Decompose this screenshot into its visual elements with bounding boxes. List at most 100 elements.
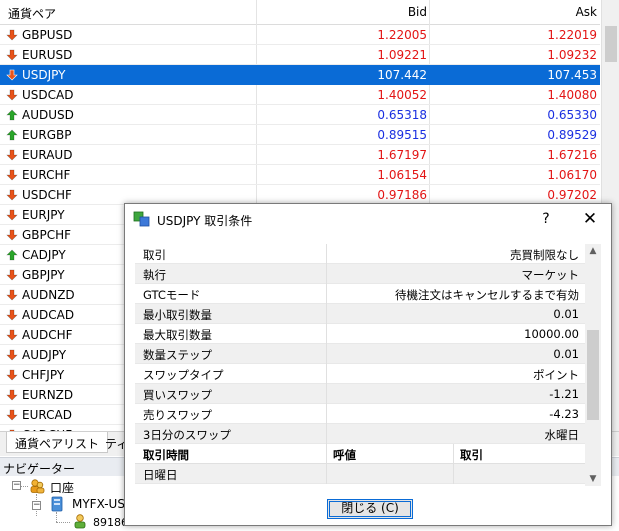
property-row: 売りスワップ -4.23 xyxy=(135,404,585,424)
close-button[interactable]: 閉じる (C) xyxy=(327,499,413,519)
property-row: GTCモード 待機注文はキャンセルするまで有効 xyxy=(135,284,585,304)
accounts-icon xyxy=(30,479,45,494)
collapse-accounts-icon[interactable]: − xyxy=(12,481,21,490)
arrow-down-icon xyxy=(6,269,18,281)
arrow-up-icon xyxy=(6,109,18,121)
property-value: 水曜日 xyxy=(544,428,580,442)
symbol-column-header[interactable]: 通貨ペア xyxy=(8,5,56,22)
symbol-name: EURUSD xyxy=(22,48,73,62)
ask-price: 1.06170 xyxy=(547,168,597,182)
symbol-name: GBPUSD xyxy=(22,28,73,42)
bid-price: 1.06154 xyxy=(377,168,427,182)
symbol-name: USDCAD xyxy=(22,88,74,102)
market-watch-header: 通貨ペア Bid Ask xyxy=(0,0,600,25)
symbol-name: AUDJPY xyxy=(22,348,67,362)
dialog-title: USDJPY 取引条件 xyxy=(157,214,253,228)
symbol-row[interactable]: EURGBP 0.89515 0.89529 xyxy=(0,125,600,145)
bid-price: 1.40052 xyxy=(377,88,427,102)
symbol-name: EURCAD xyxy=(22,408,72,422)
collapse-server-icon[interactable]: − xyxy=(32,501,41,510)
symbol-name: EURCHF xyxy=(22,168,71,182)
session-time-header: 取引時間 xyxy=(143,448,189,462)
symbol-row[interactable]: USDCHF 0.97186 0.97202 xyxy=(0,185,600,205)
navigator-title: ナビゲーター xyxy=(3,462,76,476)
column-divider xyxy=(326,244,327,264)
properties-scrollbar[interactable]: ▲ ▼ xyxy=(585,244,601,486)
bid-price: 1.22005 xyxy=(377,28,427,42)
ask-price: 0.97202 xyxy=(547,188,597,202)
arrow-down-icon xyxy=(6,309,18,321)
symbol-row[interactable]: AUDUSD 0.65318 0.65330 xyxy=(0,105,600,125)
property-value: 10000.00 xyxy=(524,327,579,341)
property-value: 売買制限なし xyxy=(510,248,579,262)
ask-price: 1.67216 xyxy=(547,148,597,162)
property-name: 執行 xyxy=(143,268,166,282)
scrollbar-thumb[interactable] xyxy=(605,26,617,62)
bid-price: 1.67197 xyxy=(377,148,427,162)
column-divider xyxy=(453,444,454,464)
property-row: 数量ステップ 0.01 xyxy=(135,344,585,364)
arrow-down-icon xyxy=(6,89,18,101)
symbol-row[interactable]: EURUSD 1.09221 1.09232 xyxy=(0,45,600,65)
tree-line xyxy=(56,512,57,522)
symbol-row[interactable]: EURAUD 1.67197 1.67216 xyxy=(0,145,600,165)
property-value: 0.01 xyxy=(553,307,579,321)
help-button[interactable]: ? xyxy=(533,207,559,231)
arrow-down-icon xyxy=(6,289,18,301)
column-divider xyxy=(326,444,327,464)
tree-line xyxy=(56,522,70,523)
symbol-name: AUDCAD xyxy=(22,308,75,322)
ask-price: 107.453 xyxy=(547,68,597,82)
arrow-up-icon xyxy=(6,249,18,261)
ask-price: 0.65330 xyxy=(547,108,597,122)
tab-symbols[interactable]: 通貨ペアリスト xyxy=(6,432,109,453)
arrow-up-icon xyxy=(6,129,18,141)
property-value: マーケット xyxy=(521,268,580,282)
session-row: 日曜日 xyxy=(135,464,585,484)
arrow-down-icon xyxy=(6,169,18,181)
dialog-title-bar[interactable]: USDJPY 取引条件 ? ✕ xyxy=(125,204,611,235)
symbol-row[interactable]: GBPUSD 1.22005 1.22019 xyxy=(0,25,600,45)
ask-price: 1.09232 xyxy=(547,48,597,62)
property-name: スワップタイプ xyxy=(143,368,224,382)
session-trade-header: 取引 xyxy=(460,448,483,462)
ask-column-header[interactable]: Ask xyxy=(576,5,597,19)
arrow-down-icon xyxy=(6,229,18,241)
arrow-down-icon xyxy=(6,349,18,361)
session-day: 日曜日 xyxy=(143,468,178,482)
symbol-name: AUDCHF xyxy=(22,328,73,342)
bid-price: 0.97186 xyxy=(377,188,427,202)
property-value: 待機注文はキャンセルするまで有効 xyxy=(395,288,579,302)
symbol-name: USDCHF xyxy=(22,188,72,202)
symbol-row[interactable]: USDJPY 107.442 107.453 xyxy=(0,65,600,85)
property-name: 3日分のスワップ xyxy=(143,428,231,442)
bid-price: 1.09221 xyxy=(377,48,427,62)
properties-table: 取引 売買制限なし 執行 マーケット GTCモード 待機注文はキャンセルするまで有効 最小取… xyxy=(135,244,585,486)
column-divider xyxy=(326,424,327,444)
scrollbar-thumb[interactable] xyxy=(587,330,599,420)
symbol-row[interactable]: USDCAD 1.40052 1.40080 xyxy=(0,85,600,105)
accounts-label[interactable]: 口座 xyxy=(50,479,74,496)
property-name: 最大取引数量 xyxy=(143,328,212,342)
account-number[interactable]: 891860 xyxy=(93,516,125,529)
symbol-name: EURNZD xyxy=(22,388,74,402)
symbol-name: AUDUSD xyxy=(22,108,74,122)
arrow-down-icon xyxy=(6,69,18,81)
close-icon[interactable]: ✕ xyxy=(575,207,605,231)
ask-price: 0.89529 xyxy=(547,128,597,142)
symbol-name: AUDNZD xyxy=(22,288,75,302)
symbol-name: GBPJPY xyxy=(22,268,65,282)
bid-column-header[interactable]: Bid xyxy=(408,5,427,19)
property-name: GTCモード xyxy=(143,288,201,302)
symbol-name: EURGBP xyxy=(22,128,72,142)
symbol-row[interactable]: EURCHF 1.06154 1.06170 xyxy=(0,165,600,185)
property-value: -1.21 xyxy=(549,387,579,401)
scroll-up-icon[interactable]: ▲ xyxy=(585,244,601,258)
arrow-down-icon xyxy=(6,389,18,401)
server-label[interactable]: MYFX-USD xyxy=(72,497,126,511)
account-user-icon xyxy=(74,514,86,529)
property-name: 数量ステップ xyxy=(143,348,212,362)
scroll-down-icon[interactable]: ▼ xyxy=(585,472,601,486)
column-divider xyxy=(326,384,327,404)
arrow-down-icon xyxy=(6,189,18,201)
